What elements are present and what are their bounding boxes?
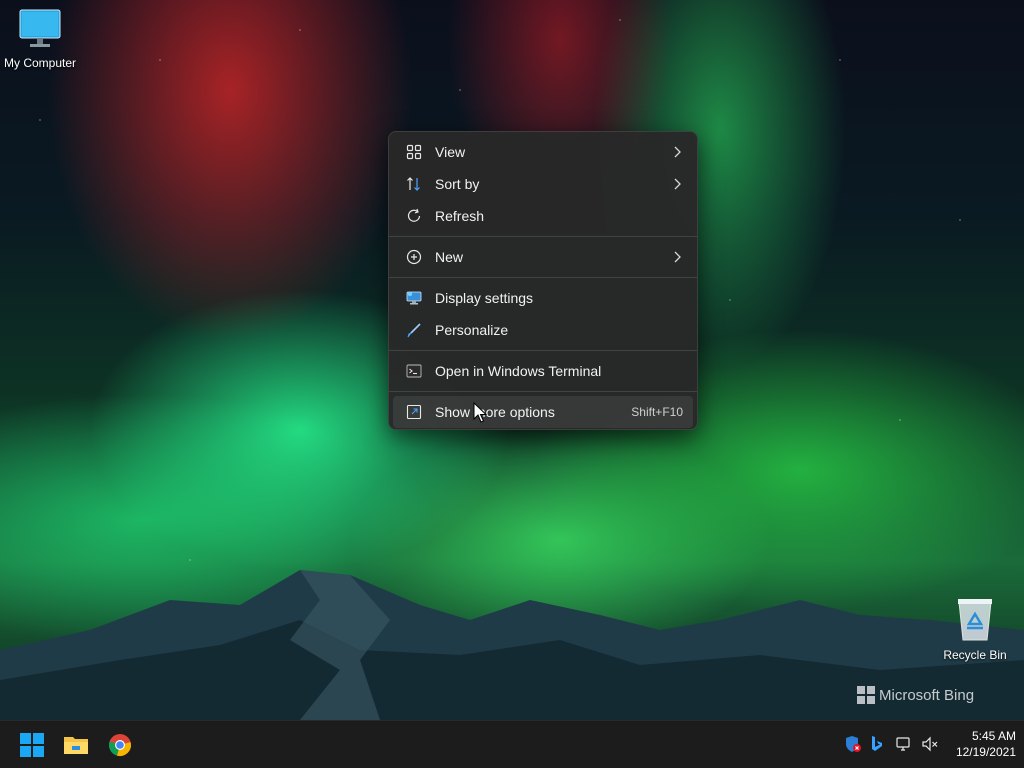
file-explorer-icon [64, 737, 88, 754]
brush-icon [405, 321, 423, 339]
monitor-icon [19, 9, 61, 47]
desktop-icon-my-computer[interactable]: My Computer [0, 8, 80, 70]
plus-circle-icon [405, 248, 423, 266]
taskbar-clock[interactable]: 5:45 AM 12/19/2021 [944, 728, 1016, 760]
desktop-icon-label: Recycle Bin [943, 648, 1007, 662]
bing-icon [872, 736, 882, 751]
volume-tray-button[interactable] [919, 733, 941, 755]
sort-icon [405, 175, 423, 193]
windows-logo-icon [857, 686, 875, 704]
chevron-right-icon [671, 178, 683, 190]
chevron-right-icon [671, 146, 683, 158]
recycle-bin-icon [958, 599, 992, 641]
menu-item-sort-by[interactable]: Sort by [393, 168, 693, 200]
menu-item-label: Open in Windows Terminal [435, 363, 602, 379]
menu-separator [389, 277, 697, 278]
defender-icon [846, 736, 861, 752]
terminal-icon [405, 362, 423, 380]
display-icon [405, 289, 423, 307]
menu-item-label: View [435, 144, 466, 160]
menu-item-view[interactable]: View [393, 136, 693, 168]
menu-item-label: Sort by [435, 176, 480, 192]
menu-separator [389, 350, 697, 351]
keyboard-shortcut: Shift+F10 [631, 405, 683, 419]
bing-watermark: Microsoft Bing [857, 686, 974, 704]
menu-item-label: Display settings [435, 290, 534, 306]
network-tray-button[interactable] [893, 733, 915, 755]
bing-tray-button[interactable] [866, 733, 888, 755]
clock-date: 12/19/2021 [955, 745, 1016, 759]
taskbar: 5:45 AM 12/19/2021 [0, 720, 1024, 768]
network-icon [896, 737, 910, 751]
menu-item-label: Show more options [435, 404, 555, 420]
expand-icon [405, 403, 423, 421]
chrome-icon [108, 734, 131, 756]
chevron-right-icon [671, 251, 683, 263]
file-explorer-button[interactable] [56, 725, 96, 765]
menu-item-new[interactable]: New [393, 241, 693, 273]
menu-item-label: New [435, 249, 464, 265]
menu-separator [389, 391, 697, 392]
desktop-icon-recycle-bin[interactable]: Recycle Bin [935, 596, 1015, 662]
menu-separator [389, 236, 697, 237]
menu-item-refresh[interactable]: Refresh [393, 200, 693, 232]
defender-tray-button[interactable] [842, 733, 864, 755]
menu-item-show-more-options[interactable]: Show more options Shift+F10 [393, 396, 693, 428]
menu-item-display-settings[interactable]: Display settings [393, 282, 693, 314]
grid-icon [405, 143, 423, 161]
chrome-button[interactable] [100, 725, 140, 765]
menu-item-open-terminal[interactable]: Open in Windows Terminal [393, 355, 693, 387]
clock-time: 5:45 AM [971, 729, 1016, 743]
menu-item-label: Refresh [435, 208, 485, 224]
desktop-icon-label: My Computer [3, 56, 77, 70]
start-button[interactable] [12, 725, 52, 765]
refresh-icon [405, 207, 423, 225]
start-icon [20, 733, 44, 757]
menu-item-personalize[interactable]: Personalize [393, 314, 693, 346]
volume-muted-icon [922, 736, 938, 752]
watermark-text: Microsoft Bing [879, 686, 975, 704]
mouse-pointer-icon [473, 402, 487, 423]
desktop-context-menu: View Sort by Refresh New Display setting… [388, 131, 698, 430]
menu-item-label: Personalize [435, 322, 509, 338]
